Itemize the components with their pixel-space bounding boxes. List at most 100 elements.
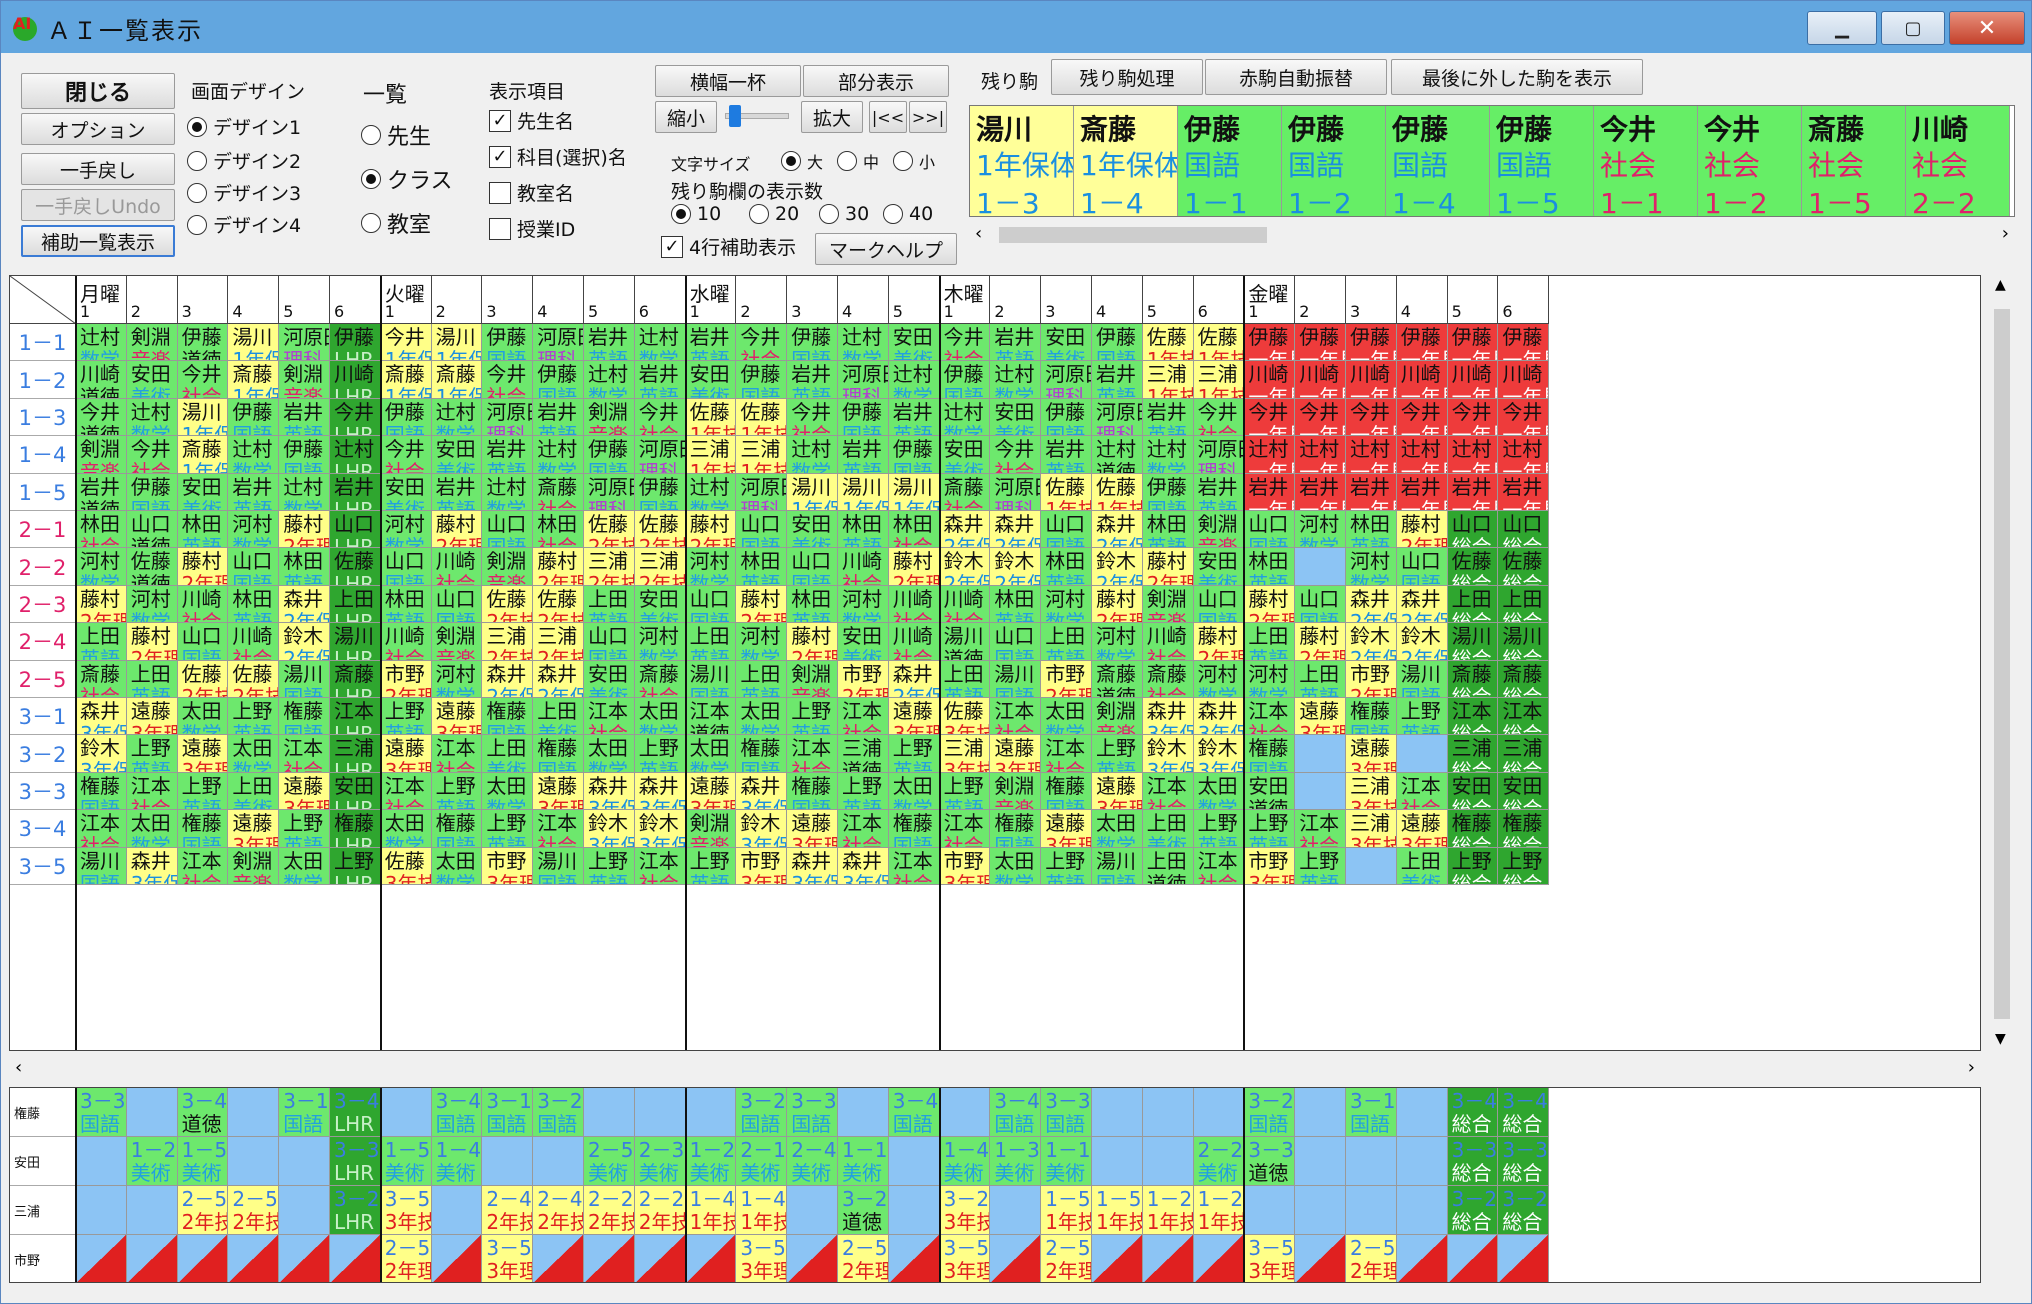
timetable-cell[interactable]: 三浦 LHR xyxy=(330,735,381,773)
design-option-3[interactable]: デザイン3 xyxy=(187,179,301,206)
timetable-cell[interactable]: 森井2年保 xyxy=(888,660,940,698)
timetable-cell[interactable]: 安田 LHR xyxy=(330,772,381,811)
timetable-cell[interactable]: 鈴木2年保 xyxy=(1396,623,1448,661)
teacher-cell[interactable] xyxy=(1244,1186,1296,1235)
timetable-cell[interactable]: 川崎 社会 xyxy=(888,585,940,624)
timetable-cell[interactable]: 権藤 総合 xyxy=(1447,810,1499,848)
teacher-cell[interactable]: 2－42年技 xyxy=(533,1186,584,1235)
timetable-cell[interactable]: 湯川 国語 xyxy=(685,660,737,698)
class-row-header[interactable]: 1－1 xyxy=(10,324,76,362)
timetable-cell[interactable]: 佐藤3年技 xyxy=(380,847,432,885)
timetable-cell[interactable]: 藤村2年理 xyxy=(279,511,330,549)
expand-button[interactable]: 拡大 xyxy=(801,101,863,133)
timetable-cell[interactable]: 今井 社会 xyxy=(939,324,991,362)
teacher-cell[interactable] xyxy=(279,1137,330,1186)
timetable-cell[interactable]: 岩井 英語 xyxy=(1092,361,1143,399)
timetable-cell[interactable]: 川崎 LHR xyxy=(330,361,381,399)
timetable-cell[interactable]: 上野 英語 xyxy=(1193,810,1245,848)
timetable-cell[interactable]: 安田 美術 xyxy=(380,473,432,511)
teacher-cell[interactable]: 1－1 美術 xyxy=(1041,1137,1092,1186)
timetable-cell[interactable]: 鈴木2年保 xyxy=(1092,548,1143,586)
teacher-cell[interactable] xyxy=(126,1088,178,1137)
timetable-cell[interactable]: 今井 社会 xyxy=(736,324,788,362)
timetable-cell[interactable]: 上野 LHR xyxy=(330,847,381,885)
timetable-cell[interactable]: 岩井一年見 xyxy=(1447,473,1499,511)
timetable-cell[interactable]: 林田 社会 xyxy=(888,511,940,549)
timetable-cell[interactable]: 今井 社会 xyxy=(177,361,229,399)
timetable-cell[interactable]: 今井 社会 xyxy=(787,398,838,437)
timetable-cell[interactable]: 江本 社会 xyxy=(1244,698,1296,736)
timetable-cell[interactable]: 斎藤 社会 xyxy=(533,473,584,511)
timetable-cell[interactable]: 上野 総合 xyxy=(1498,847,1550,885)
timetable-cell[interactable]: 太田 数学 xyxy=(1092,810,1143,848)
timetable-cell[interactable]: 河村 数学 xyxy=(685,548,737,586)
timetable-cell[interactable]: 河村 数学 xyxy=(1295,511,1346,549)
teacher-cell[interactable] xyxy=(330,1235,381,1282)
timetable-cell[interactable]: 岩井 英語 xyxy=(787,361,838,399)
timetable-cell[interactable]: 太田 数学 xyxy=(634,698,686,736)
timetable-cell[interactable] xyxy=(1346,847,1397,885)
timetable-cell[interactable]: 山口 道徳 xyxy=(126,511,178,549)
timetable-cell[interactable]: 湯川1年保 xyxy=(431,324,483,362)
timetable-cell[interactable]: 安田 美術 xyxy=(1041,324,1092,362)
timetable-cell[interactable]: 江本 社会 xyxy=(1142,772,1194,811)
timetable-cell[interactable]: 江本 社会 xyxy=(634,847,686,885)
timetable-cell[interactable]: 上野 英語 xyxy=(482,810,534,848)
teacher-cell[interactable] xyxy=(76,1235,127,1282)
timetable-cell[interactable]: 林田 英語 xyxy=(228,585,280,624)
timetable-cell[interactable]: 森井2年保 xyxy=(1092,511,1143,549)
teacher-cell[interactable] xyxy=(431,1235,483,1282)
timetable-cell[interactable]: 今井一年見 xyxy=(1295,398,1346,437)
timetable-cell[interactable]: 河原田理科 xyxy=(482,398,534,437)
timetable-cell[interactable]: 三浦1年技 xyxy=(1193,361,1245,399)
timetable-cell[interactable]: 遠藤3年理 xyxy=(431,698,483,736)
timetable-cell[interactable]: 河村 数学 xyxy=(126,585,178,624)
teacher-cell[interactable]: 1－2 美術 xyxy=(685,1137,737,1186)
teacher-cell[interactable]: 2－2 美術 xyxy=(1193,1137,1245,1186)
teacher-cell[interactable]: 3－3 国語 xyxy=(787,1088,838,1137)
timetable-cell[interactable]: 剣淵 音楽 xyxy=(685,810,737,848)
red-auto-button[interactable]: 赤駒自動振替 xyxy=(1205,59,1387,95)
timetable-cell[interactable]: 佐藤2年技 xyxy=(228,660,280,698)
timetable-cell[interactable]: 川崎一年見 xyxy=(1244,361,1296,399)
timetable-cell[interactable]: 辻村 数学 xyxy=(990,361,1042,399)
timetable-cell[interactable]: 辻村 LHR xyxy=(330,436,381,474)
remain-hscroll[interactable]: ‹ › xyxy=(969,223,2015,247)
timetable-cell[interactable]: 三浦 総合 xyxy=(1447,735,1499,773)
timetable-cell[interactable]: 藤村2年理 xyxy=(533,548,584,586)
teacher-cell[interactable]: 1－41年技 xyxy=(685,1186,737,1235)
timetable-cell[interactable]: 佐藤2年技 xyxy=(482,585,534,624)
timetable-cell[interactable]: 岩井 英語 xyxy=(1142,398,1194,437)
teacher-cell[interactable] xyxy=(482,1137,534,1186)
timetable-cell[interactable]: 江本 社会 xyxy=(888,847,940,885)
timetable-cell[interactable]: 岩井 英語 xyxy=(634,361,686,399)
timetable-cell[interactable]: 伊藤 国語 xyxy=(1142,473,1194,511)
teacher-cell[interactable] xyxy=(990,1235,1042,1282)
teacher-cell[interactable]: 1－1 美術 xyxy=(838,1137,889,1186)
timetable-cell[interactable]: 上野 英語 xyxy=(177,772,229,811)
remain-piece[interactable]: 伊藤 国語 1－4 xyxy=(1386,106,1490,216)
teacher-cell[interactable]: 3－2 総合 xyxy=(1447,1186,1499,1235)
timetable-cell[interactable]: 山口 国語 xyxy=(1295,585,1346,624)
timetable-cell[interactable]: 権藤 国語 xyxy=(482,698,534,736)
timetable-cell[interactable]: 三浦3年技 xyxy=(939,735,991,773)
teacher-cell[interactable] xyxy=(177,1235,229,1282)
timetable-cell[interactable]: 岩井 英語 xyxy=(685,324,737,362)
teacher-cell[interactable] xyxy=(228,1088,280,1137)
timetable-cell[interactable]: 上田 美術 xyxy=(228,772,280,811)
teacher-cell[interactable]: 3－3 総合 xyxy=(1498,1137,1550,1186)
timetable-cell[interactable]: 上田 英語 xyxy=(939,660,991,698)
teacher-cell[interactable] xyxy=(279,1235,330,1282)
teacher-cell[interactable]: 2－5 美術 xyxy=(584,1137,635,1186)
scroll-thumb[interactable] xyxy=(1994,309,2010,1019)
timetable-cell[interactable]: 岩井 英語 xyxy=(279,398,330,437)
timetable-cell[interactable]: 河原田理科 xyxy=(1092,398,1143,437)
timetable-cell[interactable]: 市野2年理 xyxy=(1346,660,1397,698)
timetable-cell[interactable]: 剣淵 音楽 xyxy=(990,772,1042,811)
teacher-row-header[interactable]: 三浦 xyxy=(10,1186,76,1235)
timetable-cell[interactable]: 岩井一年見 xyxy=(1295,473,1346,511)
timetable-cell[interactable]: 遠藤3年理 xyxy=(1092,772,1143,811)
timetable-cell[interactable]: 藤村2年理 xyxy=(1142,548,1194,586)
timetable-cell[interactable]: 安田 美術 xyxy=(584,660,635,698)
timetable-cell[interactable]: 佐藤1年技 xyxy=(685,398,737,437)
